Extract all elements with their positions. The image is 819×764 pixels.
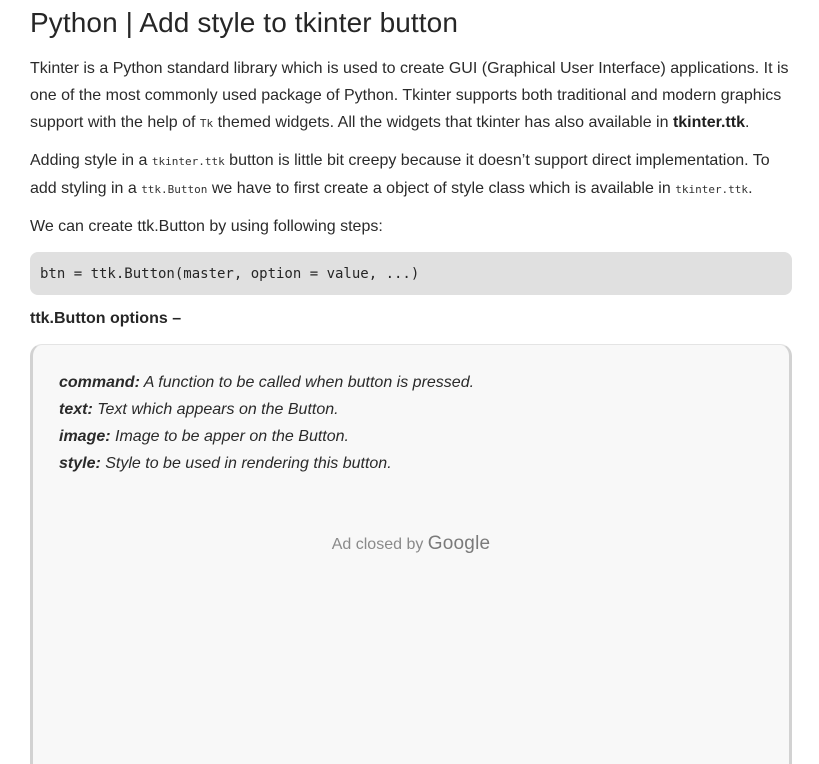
intro-text-2: themed widgets. All the widgets that tki… — [213, 114, 673, 131]
article: Python | Add style to tkinter button Tki… — [30, 0, 792, 764]
styling-text-1: Adding style in a — [30, 152, 152, 169]
ad-closed-notice: Ad closed by Google — [59, 533, 789, 555]
steps-paragraph: We can create ttk.Button by using follow… — [30, 218, 383, 235]
option-key: text: — [59, 401, 93, 418]
option-desc: Style to be used in rendering this butto… — [100, 455, 392, 472]
option-key: command: — [59, 374, 140, 391]
inline-code-ttk-button: ttk.Button — [141, 183, 208, 196]
option-item: image: Image to be apper on the Button. — [59, 423, 789, 450]
option-item: text: Text which appears on the Button. — [59, 396, 789, 423]
option-key: style: — [59, 455, 101, 472]
option-desc: Text which appears on the Button. — [92, 401, 339, 418]
option-key: image: — [59, 428, 111, 445]
inline-code-tk: Tk — [199, 117, 214, 130]
code-line: btn = ttk.Button(master, option = value,… — [40, 265, 420, 282]
option-item: style: Style to be used in rendering thi… — [59, 450, 789, 477]
intro-paragraph: Tkinter is a Python standard library whi… — [30, 55, 792, 137]
option-item: command: A function to be called when bu… — [59, 369, 789, 396]
option-desc: A function to be called when button is p… — [139, 374, 475, 391]
google-logo: Google — [427, 533, 491, 554]
page-title: Python | Add style to tkinter button — [30, 7, 459, 38]
styling-paragraph: Adding style in a tkinter.ttk button is … — [30, 147, 792, 203]
code-block[interactable]: btn = ttk.Button(master, option = value,… — [30, 252, 792, 295]
intro-text-3: . — [744, 114, 750, 131]
options-heading: ttk.Button options – — [30, 310, 182, 327]
styling-text-3: we have to first create a object of styl… — [207, 180, 676, 197]
strong-tkinter-ttk: tkinter.ttk — [672, 114, 745, 131]
inline-code-tkinter-ttk: tkinter.ttk — [151, 155, 225, 168]
inline-code-tkinter-ttk-2: tkinter.ttk — [675, 183, 749, 196]
styling-text-4: . — [748, 180, 753, 197]
ad-closed-text: Ad closed by — [331, 536, 428, 553]
options-box: command: A function to be called when bu… — [30, 344, 792, 764]
option-desc: Image to be apper on the Button. — [110, 428, 349, 445]
